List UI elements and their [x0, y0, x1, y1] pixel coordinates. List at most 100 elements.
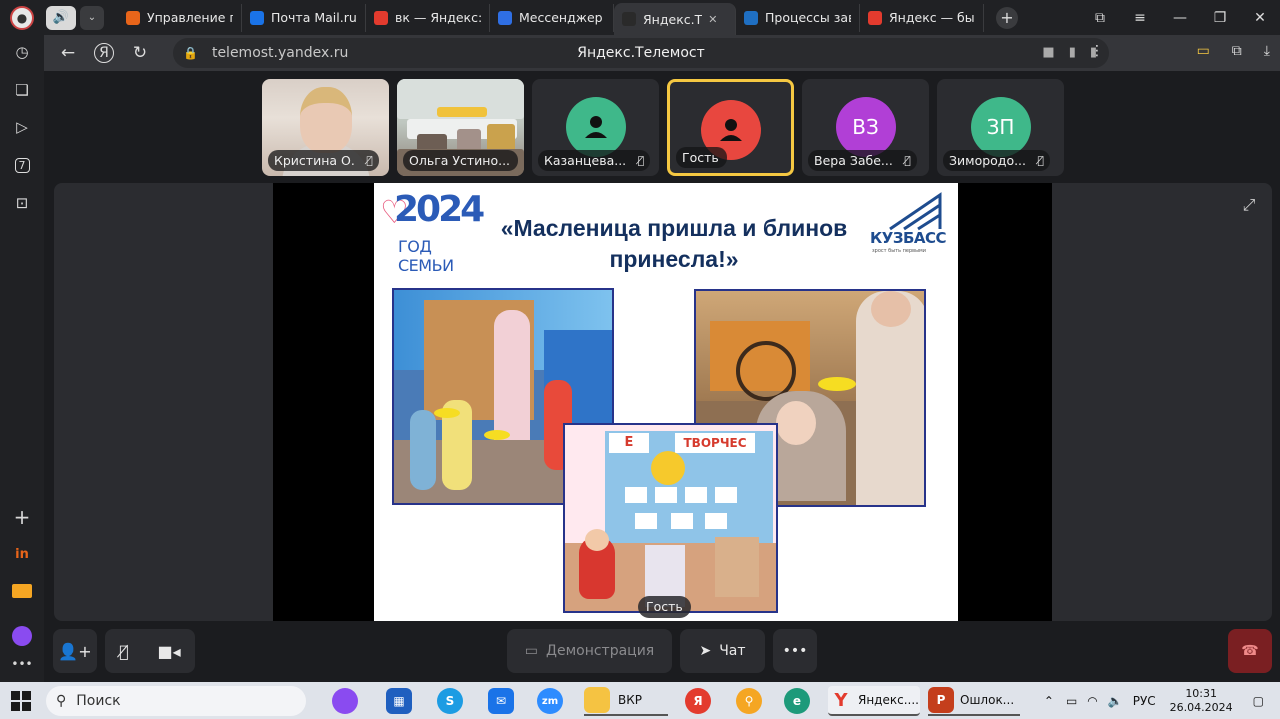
mic-off-icon[interactable]: 🎙̸	[119, 642, 129, 661]
minimize-button[interactable]: —	[1160, 10, 1200, 26]
participant-tile[interactable]: ВЗ Вера Забе... 🎙̸	[802, 79, 929, 176]
fullscreen-button[interactable]: ⤢	[1238, 194, 1260, 216]
participant-name: Гость	[676, 147, 727, 168]
person-icon	[584, 116, 607, 138]
mic-permission-icon[interactable]: ▮	[1069, 45, 1076, 60]
participant-name: Зимородо... 🎙̸	[943, 150, 1051, 171]
taskbar-app-browser[interactable]: ⚲	[736, 686, 762, 716]
chat-button[interactable]: ➤ Чат	[680, 629, 765, 673]
screenshot-icon[interactable]: ⊡	[11, 192, 33, 214]
browser-tab[interactable]: Процессы заве	[736, 3, 860, 32]
back-button[interactable]: ←	[50, 35, 86, 71]
more-vert-icon[interactable]: ⋮	[1090, 43, 1104, 59]
chevron-down-icon: ⌄	[87, 12, 97, 23]
end-call-button[interactable]: ☎	[1228, 629, 1272, 673]
add-participant-button[interactable]: 👤+	[53, 629, 97, 673]
participant-name-text: Вера Забе...	[814, 153, 893, 168]
mic-off-icon: 🎙̸	[1037, 154, 1045, 167]
browser-tab-bar: ● 🔊 ⌄ Управление пр Почта Mail.ru вк — Янд…	[0, 0, 1280, 35]
camera-permission-icon[interactable]: ■	[1042, 45, 1054, 60]
participant-tile[interactable]: ЗП Зимородо... 🎙̸	[937, 79, 1064, 176]
zoom-icon: zm	[537, 688, 563, 714]
collections-icon[interactable]: ❏	[11, 79, 33, 101]
mic-off-icon: 🎙̸	[366, 154, 373, 167]
wifi-icon[interactable]: ◠	[1087, 694, 1097, 708]
participant-tile[interactable]: Ольга Устино...	[397, 79, 524, 176]
folder-label: ВКР	[618, 693, 642, 707]
taskbar-app-yandex[interactable]: Я	[685, 686, 711, 716]
yandex-browser-icon: Y	[834, 689, 848, 711]
download-icon[interactable]: ⤓	[1264, 43, 1270, 59]
browser-tab[interactable]: Мессенджер	[490, 3, 614, 32]
extensions-icon[interactable]: ⧉	[1232, 43, 1242, 59]
yandex-button[interactable]: Я	[86, 35, 122, 71]
system-tray: ⌃ ▭ ◠ 🔈 РУС 10:31 26.04.2024 ▢	[1044, 682, 1280, 719]
kuzbass-mountain-icon	[889, 192, 942, 231]
browser-tab[interactable]: вк — Яндекс: н	[366, 3, 490, 32]
person-icon	[719, 119, 742, 141]
kuzbass-logo: КУЗБАСС зрост быть первыми	[870, 191, 950, 255]
browser-tab[interactable]: Управление пр	[118, 3, 242, 32]
taskbar-search[interactable]: ⚲ Поиск	[46, 686, 306, 716]
play-icon[interactable]: ▷	[11, 116, 33, 138]
taskbar-app-mail[interactable]: ✉	[488, 686, 514, 716]
calendar-icon[interactable]: 7	[11, 154, 33, 176]
taskbar-app-store[interactable]: ▦	[386, 686, 412, 716]
clock-time: 10:31	[1185, 686, 1218, 700]
logo-year: 2024	[394, 189, 485, 230]
sound-button[interactable]: 🔊	[46, 5, 76, 30]
mail-app-icon[interactable]	[11, 580, 33, 602]
alice-icon[interactable]	[11, 625, 33, 647]
reload-button[interactable]: ↻	[122, 35, 158, 71]
taskbar-app-zoom[interactable]: zm	[537, 686, 563, 716]
region-logo-text: КУЗБАСС	[870, 229, 947, 247]
yandex-logo-icon: Я	[94, 43, 114, 63]
camera-icon[interactable]: ■◂	[158, 642, 181, 661]
address-bar: ← Я ↻ 🔒 telemost.yandex.ru Яндекс.Телемо…	[44, 35, 1280, 71]
taskbar-app-alice[interactable]	[332, 686, 358, 716]
store-icon: ▦	[386, 688, 412, 714]
language-indicator[interactable]: РУС	[1133, 694, 1156, 708]
reload-icon: ↻	[132, 43, 148, 63]
restore-button[interactable]: ❐	[1200, 10, 1240, 26]
add-panel-icon[interactable]: +	[11, 505, 33, 529]
browser-tab[interactable]: Яндекс.Т ✕	[614, 3, 736, 35]
clock[interactable]: 10:31 26.04.2024	[1170, 687, 1233, 715]
browser-tab[interactable]: Яндекс — быст	[860, 3, 984, 32]
more-dots-icon: •••	[782, 643, 808, 659]
participant-tile[interactable]: Казанцева... 🎙̸	[532, 79, 659, 176]
chevron-up-icon[interactable]: ⌃	[1044, 694, 1054, 708]
presentation-slide: ♡ 2024 ГОД СЕМЬИ «Масленица пришла и бли…	[374, 183, 958, 621]
collections-icon[interactable]: ⧉	[1080, 10, 1120, 26]
taskbar-app-skype[interactable]: S	[437, 686, 463, 716]
taskbar-app-yandex-browser[interactable]: Y Яндекс....	[828, 686, 920, 716]
new-tab-button[interactable]: +	[996, 6, 1018, 29]
screen-share-button[interactable]: ▭ Демонстрация	[507, 629, 672, 673]
omnibox[interactable]: 🔒 telemost.yandex.ru Яндекс.Телемост ■ ▮…	[173, 38, 1109, 68]
participant-tile[interactable]: Гость	[667, 79, 794, 176]
history-icon[interactable]: ◷	[11, 41, 33, 63]
volume-icon[interactable]: 🔈	[1108, 694, 1123, 708]
send-icon: ➤	[699, 643, 712, 659]
taskbar-app-edge[interactable]: e	[784, 686, 810, 716]
notifications-icon[interactable]: ▢	[1253, 694, 1264, 708]
tab-menu-button[interactable]: ⌄	[80, 5, 104, 30]
video-frame-region	[437, 107, 487, 117]
more-options-button[interactable]: •••	[773, 629, 817, 673]
participant-tile[interactable]: Кристина О. 🎙̸	[262, 79, 389, 176]
profile-button[interactable]: ●	[0, 0, 44, 35]
in-app-icon[interactable]: in	[11, 543, 33, 565]
taskbar-app-powerpoint[interactable]: P Ошлок...	[928, 686, 1020, 716]
close-window-button[interactable]: ✕	[1240, 10, 1280, 26]
browser-tab[interactable]: Почта Mail.ru	[242, 3, 366, 32]
alice-app-icon	[332, 688, 358, 714]
close-tab-icon[interactable]: ✕	[708, 13, 717, 26]
menu-icon[interactable]: ≡	[1120, 10, 1160, 26]
edge-icon: e	[784, 688, 810, 714]
battery-tray-icon[interactable]: ▭	[1066, 694, 1077, 708]
tab-label: вк — Яндекс: н	[395, 10, 481, 25]
logo-subtitle: ГОД СЕМЬИ	[398, 237, 454, 275]
taskbar-app-folder[interactable]: ВКР	[584, 686, 668, 716]
more-icon[interactable]: •••	[11, 653, 33, 675]
start-button[interactable]	[10, 686, 32, 716]
